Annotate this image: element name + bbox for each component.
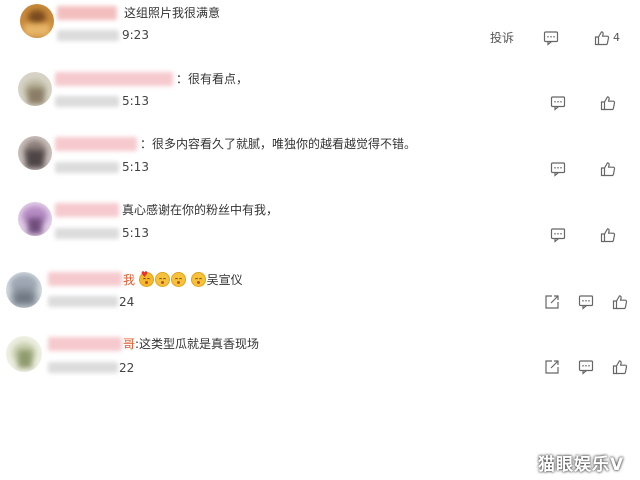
avatar[interactable]	[20, 4, 54, 38]
comment-item: 这组照片我很满意 9:23 投诉 4	[0, 0, 640, 62]
comment-text-body: :这类型瓜就是真香现场	[135, 337, 260, 351]
avatar[interactable]	[6, 336, 42, 372]
timestamp-blur	[55, 162, 119, 173]
forward-icon	[545, 360, 559, 374]
like-button[interactable]	[612, 359, 628, 375]
like-icon	[594, 31, 610, 46]
comment-icon	[578, 295, 594, 310]
comment-button[interactable]	[550, 95, 566, 111]
username[interactable]	[48, 272, 122, 286]
timestamp: 9:23	[122, 28, 149, 42]
comment-icon	[550, 162, 566, 177]
like-icon	[600, 228, 616, 243]
timestamp-blur	[57, 30, 119, 41]
timestamp: 24	[119, 295, 135, 309]
comment-button[interactable]	[578, 294, 594, 310]
comment-button[interactable]	[550, 161, 566, 177]
comment-text: 我 ♥ 吴宣仪	[123, 271, 243, 287]
like-icon	[600, 96, 616, 111]
comment-text-prefix: 我	[123, 273, 136, 287]
comment-text-prefix: 哥	[123, 337, 136, 351]
comment-text: 真心感谢在你的粉丝中有我，	[122, 203, 279, 217]
kiss-emoji-icon	[154, 272, 170, 287]
timestamp: 5:13	[122, 226, 149, 240]
comment-button[interactable]	[550, 227, 566, 243]
comment-text: ：很有看点，	[176, 72, 249, 86]
comment-text: ：很多内容看久了就腻，唯独你的越看越觉得不错。	[140, 137, 417, 151]
forward-button[interactable]	[544, 294, 560, 310]
timestamp: 5:13	[122, 160, 149, 174]
username[interactable]	[57, 6, 117, 20]
kiss-emoji-icon	[170, 272, 186, 287]
like-button[interactable]	[600, 227, 616, 243]
comment-item: 我 ♥ 吴宣仪 24	[0, 266, 640, 328]
like-button[interactable]	[594, 30, 610, 46]
kiss-emoji-icon	[190, 272, 206, 287]
avatar[interactable]	[18, 72, 52, 106]
comment-button[interactable]	[543, 30, 559, 46]
username[interactable]	[55, 203, 119, 217]
watermark: 猫眼娱乐V	[538, 455, 625, 475]
crown-emoji-icon: ♥	[138, 271, 154, 287]
like-button[interactable]	[600, 161, 616, 177]
like-count: 4	[613, 31, 620, 44]
username[interactable]	[55, 137, 137, 151]
timestamp: 5:13	[122, 94, 149, 108]
timestamp-blur	[48, 362, 118, 373]
avatar[interactable]	[18, 202, 52, 236]
avatar[interactable]	[6, 272, 42, 308]
comment-icon	[578, 360, 594, 375]
like-button[interactable]	[612, 294, 628, 310]
comment-item: ：很多内容看久了就腻，唯独你的越看越觉得不错。 5:13	[0, 132, 640, 194]
like-button[interactable]	[600, 95, 616, 111]
comment-icon	[543, 31, 559, 46]
comment-text: 哥:这类型瓜就是真香现场	[123, 337, 259, 351]
timestamp-blur	[55, 96, 119, 107]
timestamp-blur	[55, 228, 119, 239]
like-icon	[612, 295, 628, 310]
comment-text-suffix: 吴宣仪	[206, 273, 243, 287]
comment-text: 这组照片我很满意	[124, 6, 221, 20]
report-button[interactable]: 投诉	[490, 30, 514, 46]
comment-button[interactable]	[578, 359, 594, 375]
comment-item: ：很有看点， 5:13	[0, 66, 640, 128]
forward-button[interactable]	[544, 359, 560, 375]
comment-icon	[550, 96, 566, 111]
comment-icon	[550, 228, 566, 243]
like-icon	[600, 162, 616, 177]
avatar[interactable]	[18, 136, 52, 170]
comment-item: 真心感谢在你的粉丝中有我， 5:13	[0, 198, 640, 260]
forward-icon	[545, 295, 559, 309]
username[interactable]	[55, 72, 173, 86]
timestamp-blur	[48, 296, 118, 307]
username[interactable]	[48, 337, 122, 351]
like-icon	[612, 360, 628, 375]
timestamp: 22	[119, 361, 135, 375]
comment-item: 哥:这类型瓜就是真香现场 22	[0, 332, 640, 394]
